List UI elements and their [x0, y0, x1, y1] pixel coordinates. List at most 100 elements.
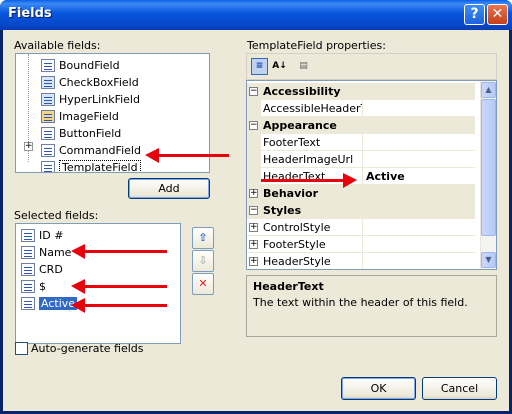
description-text: The text within the header of this field… [253, 296, 468, 309]
help-button[interactable]: ? [464, 4, 485, 25]
bound-field-icon [41, 58, 55, 72]
row-name: Behavior [263, 187, 319, 200]
property-row[interactable]: + HeaderStyle [247, 253, 475, 269]
row-name: FooterStyle [263, 238, 326, 251]
row-value[interactable] [362, 100, 475, 117]
tree-item-label: TemplateField [59, 159, 141, 172]
tree-item-imagefield[interactable]: ImageField [41, 108, 119, 124]
property-row[interactable]: + FooterStyle [247, 236, 475, 253]
tree-item-hyperlinkfield[interactable]: HyperLinkField [41, 91, 140, 107]
description-pane: HeaderText The text within the header of… [246, 275, 497, 337]
property-row[interactable]: AccessibleHeaderTe [247, 100, 475, 117]
category-accessibility[interactable]: − Accessibility [247, 83, 475, 100]
scroll-down-icon[interactable]: ▼ [481, 252, 496, 268]
list-item[interactable]: $ [21, 278, 46, 294]
property-row[interactable]: HeaderImageUrl [247, 151, 475, 168]
property-row[interactable]: + ControlStyle [247, 219, 475, 236]
collapse-icon[interactable]: − [249, 87, 258, 96]
scroll-up-icon[interactable]: ▲ [481, 82, 496, 98]
field-icon [21, 296, 35, 310]
expand-icon[interactable]: + [249, 223, 258, 232]
tree-item-commandfield[interactable]: CommandField [41, 142, 141, 158]
list-item-label: ID # [39, 228, 64, 242]
expand-icon[interactable]: + [249, 189, 258, 198]
selected-fields-label: Selected fields: [14, 209, 99, 222]
title-bar[interactable]: Fields ? ✕ [0, 0, 512, 30]
property-pages-icon[interactable]: ▤ [295, 58, 312, 75]
list-item-label: Name [39, 245, 72, 259]
row-name: FooterText [263, 136, 321, 149]
button-field-icon [41, 126, 55, 140]
move-up-button[interactable]: ⇧ [192, 227, 214, 249]
list-item-selected[interactable]: Active [21, 295, 78, 311]
list-item[interactable]: Name [21, 244, 71, 260]
list-item-label: CRD [39, 262, 63, 276]
tree-item-label: CommandField [59, 143, 141, 157]
row-name: ControlStyle [263, 221, 331, 234]
collapse-icon[interactable]: − [249, 121, 258, 130]
collapse-icon[interactable]: − [249, 206, 258, 215]
list-item-label: $ [39, 279, 46, 293]
alphabetical-icon[interactable]: A↓ [271, 58, 288, 75]
tree-item-buttonfield[interactable]: ButtonField [41, 125, 121, 141]
annotation-arrow-templatefield [145, 148, 229, 163]
row-name: Styles [263, 204, 302, 217]
row-value[interactable] [362, 219, 475, 236]
list-item[interactable]: ID # [21, 227, 63, 243]
categorized-icon[interactable]: ≡ [251, 58, 268, 75]
category-behavior[interactable]: + Behavior [247, 185, 475, 202]
annotation-arrow-dollar [71, 279, 167, 294]
dialog-title: Fields [8, 6, 52, 21]
command-field-icon [41, 143, 55, 157]
tree-item-boundfield[interactable]: BoundField [41, 57, 120, 73]
image-field-icon [41, 109, 55, 123]
field-icon [21, 228, 35, 242]
annotation-arrow-headertext [261, 173, 357, 188]
fields-dialog: Fields ? ✕ Available fields: + BoundFiel… [0, 0, 512, 414]
autogen-checkbox[interactable] [15, 342, 28, 355]
checkbox-field-icon [41, 75, 55, 89]
field-icon [21, 279, 35, 293]
property-grid[interactable]: − Accessibility AccessibleHeaderTe − App… [246, 80, 497, 270]
close-button[interactable]: ✕ [487, 4, 508, 25]
row-value[interactable] [362, 134, 475, 151]
command-field-expander[interactable]: + [24, 142, 33, 151]
expand-icon[interactable]: + [249, 240, 258, 249]
row-name: HeaderImageUrl [263, 153, 354, 166]
tree-item-label: HyperLinkField [59, 92, 140, 106]
row-value[interactable] [362, 236, 475, 253]
autogen-label[interactable]: Auto-generate fields [31, 342, 144, 355]
available-fields-label: Available fields: [14, 39, 101, 52]
row-name: Appearance [263, 119, 337, 132]
list-item[interactable]: CRD [21, 261, 63, 277]
expand-icon[interactable]: + [249, 257, 258, 266]
row-name: Accessibility [263, 85, 341, 98]
add-button[interactable]: Add [128, 178, 210, 199]
row-name: AccessibleHeaderTe [263, 102, 363, 115]
tree-item-label: BoundField [59, 58, 120, 72]
move-down-button[interactable]: ⇩ [192, 250, 214, 272]
cancel-button[interactable]: Cancel [422, 377, 497, 400]
template-field-icon [41, 160, 55, 172]
tree-item-label: CheckBoxField [59, 75, 139, 89]
row-value[interactable] [362, 151, 475, 168]
field-icon [21, 262, 35, 276]
description-title: HeaderText [253, 280, 324, 293]
tree-item-label: ImageField [59, 109, 119, 123]
property-row-headertext[interactable]: HeaderText Active [247, 168, 475, 185]
property-grid-scrollbar[interactable]: ▲ ▼ [480, 81, 496, 269]
row-value[interactable]: Active [362, 168, 475, 185]
tree-item-checkboxfield[interactable]: CheckBoxField [41, 74, 139, 90]
delete-button[interactable]: ✕ [192, 273, 214, 295]
tree-item-label: ButtonField [59, 126, 122, 140]
row-value[interactable] [362, 253, 475, 269]
tree-item-templatefield[interactable]: TemplateField [41, 159, 141, 172]
category-styles[interactable]: − Styles [247, 202, 475, 219]
scroll-thumb[interactable] [481, 99, 496, 236]
selected-fields-list[interactable]: ID # Name CRD $ Active [15, 223, 181, 344]
annotation-arrow-active [71, 298, 167, 313]
category-appearance[interactable]: − Appearance [247, 117, 475, 134]
property-row[interactable]: FooterText [247, 134, 475, 151]
ok-button[interactable]: OK [341, 377, 416, 400]
dialog-body: Available fields: + BoundField CheckBoxF… [3, 30, 509, 411]
